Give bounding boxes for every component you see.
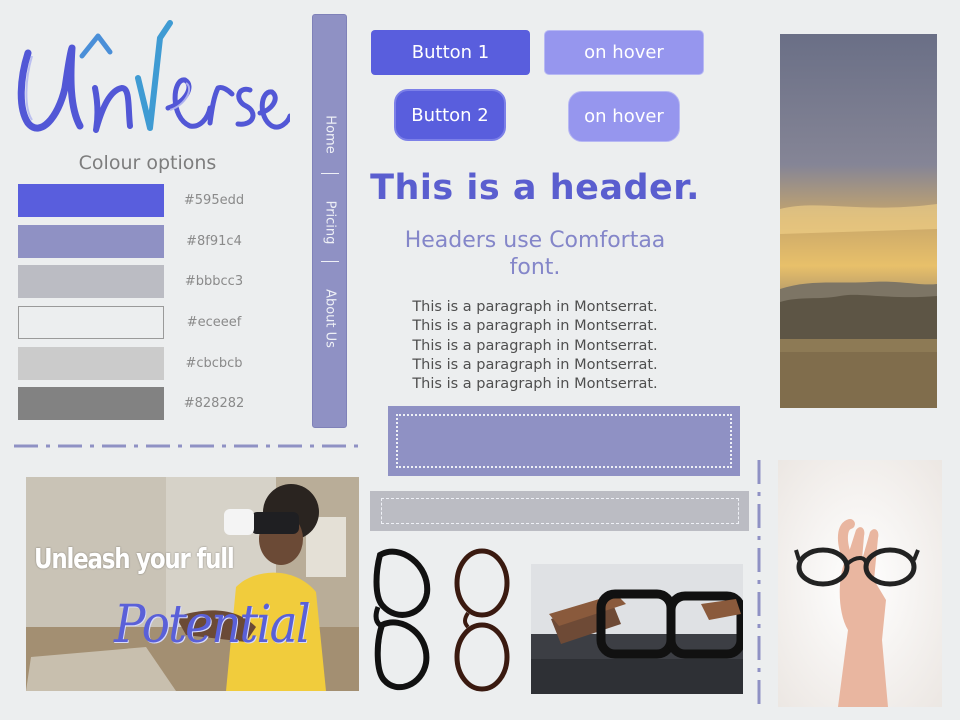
button-1[interactable]: Button 1 (371, 30, 530, 75)
paragraph-line: This is a paragraph in Montserrat. (412, 337, 658, 354)
swatch-label: #828282 (183, 396, 245, 411)
sample-subheader: Headers use Comfortaa font. (370, 227, 700, 281)
button-1-hover[interactable]: on hover (544, 30, 704, 75)
swatch-bbbcc3 (18, 265, 164, 298)
dotted-frame-box (388, 406, 740, 476)
subheader-line: Headers use Comfortaa (404, 228, 666, 253)
eyeglass-frames-icon (373, 548, 510, 692)
nav-separator (321, 173, 339, 174)
banner-line-2: Potential (114, 595, 311, 655)
swatch-eceeef (18, 306, 164, 339)
swatch-label: #bbbcc3 (184, 274, 244, 289)
nav-separator (321, 261, 339, 262)
subheader-line: font. (509, 255, 561, 280)
swatch-8f91c4 (18, 225, 164, 258)
glasses-photo (531, 564, 743, 694)
swatch-label: #8f91c4 (186, 234, 242, 249)
dash-dot-divider (14, 444, 366, 448)
swatch-828282 (18, 387, 164, 420)
universe-logo (17, 20, 290, 133)
swatch-cbcbcb (18, 347, 164, 380)
nav-item-pricing[interactable]: Pricing (322, 201, 337, 245)
banner-line-1: Unleash your full (34, 542, 235, 575)
landscape-photo (780, 34, 937, 408)
swatch-label: #cbcbcb (185, 356, 243, 371)
swatch-595edd (18, 184, 164, 217)
paragraph-line: This is a paragraph in Montserrat. (412, 356, 658, 373)
vr-scene (26, 477, 359, 691)
dashed-frame-box (370, 491, 749, 531)
sample-header: This is a header. (370, 168, 700, 208)
colour-options-title: Colour options (78, 152, 217, 174)
vr-banner-image: Unleash your full Potential (26, 477, 359, 691)
hand-with-glasses-photo (778, 460, 942, 707)
paragraph-line: This is a paragraph in Montserrat. (412, 299, 658, 315)
swatch-label: #eceeef (186, 315, 242, 330)
nav-item-about-us[interactable]: About Us (322, 289, 337, 348)
sample-paragraph: This is a paragraph in Montserrat. This … (370, 298, 700, 394)
button-2[interactable]: Button 2 (394, 89, 506, 141)
paragraph-line: This is a paragraph in Montserrat. (412, 318, 658, 335)
dash-dot-divider-vertical (757, 460, 761, 710)
nav-item-home[interactable]: Home (322, 115, 337, 153)
button-2-hover[interactable]: on hover (568, 91, 680, 142)
swatch-label: #595edd (183, 193, 245, 208)
paragraph-line: This is a paragraph in Montserrat. (412, 376, 658, 393)
vertical-nav: Home Pricing About Us (312, 14, 347, 428)
